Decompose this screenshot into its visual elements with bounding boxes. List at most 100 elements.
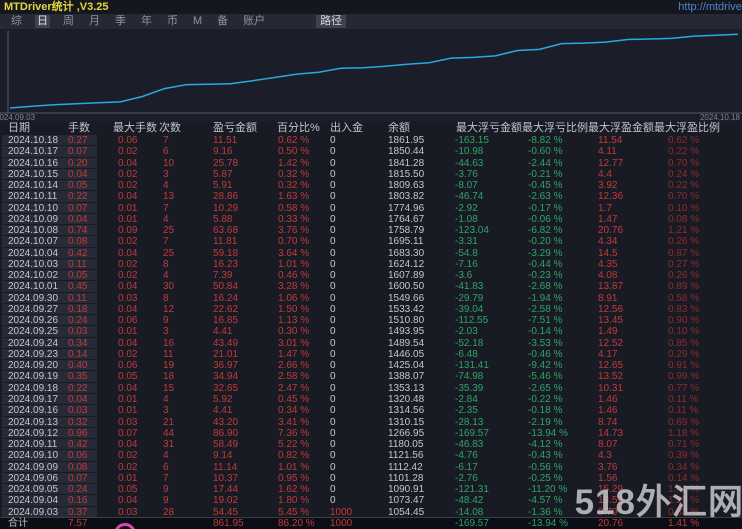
table-row[interactable]: 2024.10.10 0.07 0.01 7 10.29 0.58 % 0 1774.96 -2…: [0, 202, 742, 214]
cell-max-float-loss: -121.31: [455, 484, 489, 496]
table-row[interactable]: 2024.09.13 0.32 0.03 21 43.20 3.41 % 0 1310.15-…: [0, 416, 742, 428]
table-row[interactable]: 2024.09.25 0.03 0.01 3 4.41 0.30 % 0 1493.95 -2.…: [0, 326, 742, 337]
table-row[interactable]: 2024.10.17 0.07 0.02 6 9.16 0.50 % 0 1850.44 -10…: [0, 146, 742, 157]
cell-in-out: 0: [330, 180, 336, 192]
cell-in-out: 0: [330, 405, 336, 417]
total-in-out: 1000: [330, 518, 353, 529]
cell-profit: 16.24: [213, 292, 239, 304]
table-row[interactable]: 2024.09.26 0.24 0.06 9 16.85 1.13 % 0 1510.80 -1…: [0, 315, 742, 326]
cell-percent: 0.95 %: [278, 472, 310, 484]
cell-count: 16: [163, 337, 175, 349]
table-row[interactable]: 2024.10.16 0.20 0.04 10 25.78 1.42 % 0 1841.28-…: [0, 157, 742, 169]
table-row[interactable]: 2024.10.01 0.45 0.04 30 50.84 3.28 % 0 1600.50-…: [0, 281, 742, 292]
cell-max-float-loss-pct: -6.82 %: [528, 225, 563, 237]
menu-item-1[interactable]: 日: [35, 15, 50, 28]
cell-profit: 5.87: [213, 168, 233, 180]
cell-max-float-loss: -112.55: [455, 315, 489, 327]
cell-max-float-profit: 10.31: [598, 382, 624, 394]
cell-percent: 2.47 %: [278, 382, 310, 394]
table-row[interactable]: 2024.10.11 0.22 0.04 13 28.86 1.63 % 0 1803.82-…: [0, 191, 742, 202]
cell-count: 19: [163, 360, 175, 372]
cell-lots: 0.11: [68, 292, 87, 304]
cell-count: 28: [163, 506, 175, 518]
table-row[interactable]: 2024.10.15 0.04 0.02 3 5.87 0.32 % 0 1815.50 -3.…: [0, 168, 742, 180]
menu-item-5[interactable]: 年: [139, 15, 154, 28]
table-row[interactable]: 2024.09.27 0.18 0.04 12 22.62 1.50 % 0 1533.42-…: [0, 303, 742, 315]
cell-max-float-loss-pct: -2.68 %: [528, 281, 563, 293]
cell-balance: 1266.95: [388, 427, 425, 439]
cell-percent: 0.82 %: [278, 450, 310, 462]
table-row[interactable]: 2024.09.09 0.08 0.02 6 11.14 1.01 % 0 1112.42 -6…: [0, 461, 742, 473]
cell-lots: 0.07: [68, 146, 88, 158]
menu-item-4[interactable]: 季: [113, 15, 128, 28]
menu-item-6[interactable]: 币: [165, 15, 180, 28]
menu-item-3[interactable]: 月: [87, 15, 102, 28]
table-row[interactable]: 2024.10.03 0.11 0.02 8 16.23 1.01 % 0 1624.12 -7…: [0, 258, 742, 270]
cell-max-float-loss: -52.18: [455, 337, 484, 349]
cell-profit: 5.88: [213, 213, 233, 225]
cell-max-lots: 0.04: [118, 439, 138, 451]
cell-in-out: 0: [330, 135, 336, 146]
table-row[interactable]: 2024.09.30 0.11 0.03 8 16.24 1.06 % 0 1549.66 -2…: [0, 292, 742, 304]
cell-max-float-loss-pct: -0.22 %: [528, 393, 563, 405]
table-row[interactable]: 2024.09.16 0.03 0.01 3 4.41 0.34 % 0 1314.56 -2.…: [0, 405, 742, 416]
cell-max-lots: 0.09: [118, 225, 138, 237]
cell-percent: 0.32 %: [278, 180, 310, 192]
cell-max-float-profit-pct: 0.26 %: [668, 236, 700, 248]
cell-balance: 1425.04: [388, 360, 425, 372]
cell-count: 7: [163, 135, 169, 146]
table-row[interactable]: 2024.09.19 0.35 0.05 18 34.94 2.58 % 0 1388.07-…: [0, 371, 742, 382]
column-header-lots: 手数: [68, 122, 90, 134]
website-link[interactable]: http://mtdriver.: [678, 0, 742, 14]
cell-max-float-loss-pct: -0.17 %: [528, 202, 563, 214]
cell-balance: 1314.56: [388, 405, 425, 417]
cell-lots: 0.24: [68, 315, 88, 327]
title-bar: MTDriver统计 ,V3.25 http://mtdriver.: [0, 0, 742, 14]
menu-item-7[interactable]: M: [191, 15, 204, 28]
table-row[interactable]: 2024.09.24 0.34 0.04 16 43.49 3.01 % 0 1489.54-…: [0, 337, 742, 349]
cell-max-float-loss: -39.04: [455, 303, 484, 315]
table-row[interactable]: 2024.09.18 0.22 0.04 15 32.65 2.47 % 0 1353.13-…: [0, 382, 742, 394]
menu-item-9[interactable]: 账户: [241, 15, 267, 28]
cell-max-float-profit: 3.92: [598, 180, 618, 192]
cell-max-float-loss-pct: -0.60 %: [528, 146, 563, 158]
table-row[interactable]: 2024.10.18 0.27 0.06 7 11.51 0.62 % 0 1861.95 -1…: [0, 135, 742, 146]
cell-lots: 0.18: [68, 303, 88, 315]
cell-count: 6: [163, 146, 169, 158]
cell-lots: 0.40: [68, 360, 88, 372]
cell-max-float-loss-pct: -2.44 %: [528, 157, 563, 169]
cell-max-float-profit: 14.5: [598, 247, 618, 259]
cell-max-float-loss-pct: -0.18 %: [528, 405, 563, 417]
menu-item-8[interactable]: 备: [215, 15, 230, 28]
cell-max-float-profit: 8.91: [598, 292, 618, 304]
table-row[interactable]: 2024.10.07 0.08 0.02 7 11.81 0.70 % 0 1695.11 -3…: [0, 236, 742, 247]
cell-max-float-profit: 4.11: [598, 146, 617, 158]
table-row[interactable]: 2024.10.02 0.05 0.02 4 7.39 0.46 % 0 1607.89 -3.…: [0, 270, 742, 281]
menu-item-2[interactable]: 周: [61, 15, 76, 28]
cell-max-float-loss-pct: -0.45 %: [528, 180, 563, 192]
path-button[interactable]: 路径: [316, 15, 347, 28]
table-row[interactable]: 2024.09.11 0.42 0.04 31 58.49 5.22 % 0 1180.05-…: [0, 439, 742, 450]
table-row[interactable]: 2024.09.10 0.06 0.02 4 9.14 0.82 % 0 1121.56 -4.…: [0, 450, 742, 461]
cell-max-float-loss: -6.17: [455, 461, 478, 473]
cell-balance: 1320.48: [388, 393, 425, 405]
table-row[interactable]: 2024.09.17 0.04 0.01 4 5.92 0.45 % 0 1320.48 -2.…: [0, 393, 742, 405]
cell-count: 9: [163, 484, 169, 496]
cell-in-out: 0: [330, 202, 336, 214]
cell-balance: 1861.95: [388, 135, 425, 146]
table-row[interactable]: 2024.10.08 0.74 0.09 25 63.68 3.76 % 0 1758.79-…: [0, 225, 742, 236]
table-row[interactable]: 2024.09.20 0.40 0.06 19 36.97 2.66 % 0 1425.04-…: [0, 360, 742, 371]
menu-item-0[interactable]: 综: [9, 15, 24, 28]
cell-profit: 59.18: [213, 247, 239, 259]
cell-max-float-loss-pct: -8.82 %: [528, 135, 563, 146]
table-row[interactable]: 2024.10.04 0.42 0.04 25 59.18 3.64 % 0 1683.30-…: [0, 247, 742, 259]
table-row[interactable]: 2024.09.23 0.14 0.02 11 21.01 1.47 % 0 1446.05-…: [0, 348, 742, 360]
cell-lots: 0.04: [68, 393, 88, 405]
cell-max-float-loss: -2.03: [455, 326, 478, 338]
cell-lots: 0.34: [68, 337, 88, 349]
table-row[interactable]: 2024.10.14 0.05 0.02 4 5.91 0.32 % 0 1809.63 -8.…: [0, 180, 742, 191]
table-row[interactable]: 2024.10.09 0.04 0.01 4 5.88 0.33 % 0 1764.67 -1.…: [0, 213, 742, 225]
table-row[interactable]: 2024.09.12 0.96 0.07 44 86.90 7.36 % 0 1266.95-…: [0, 427, 742, 439]
cell-max-float-profit-pct: 0.11 %: [668, 393, 699, 405]
equity-chart: 2024.09.03 2024.10.18: [0, 29, 742, 122]
